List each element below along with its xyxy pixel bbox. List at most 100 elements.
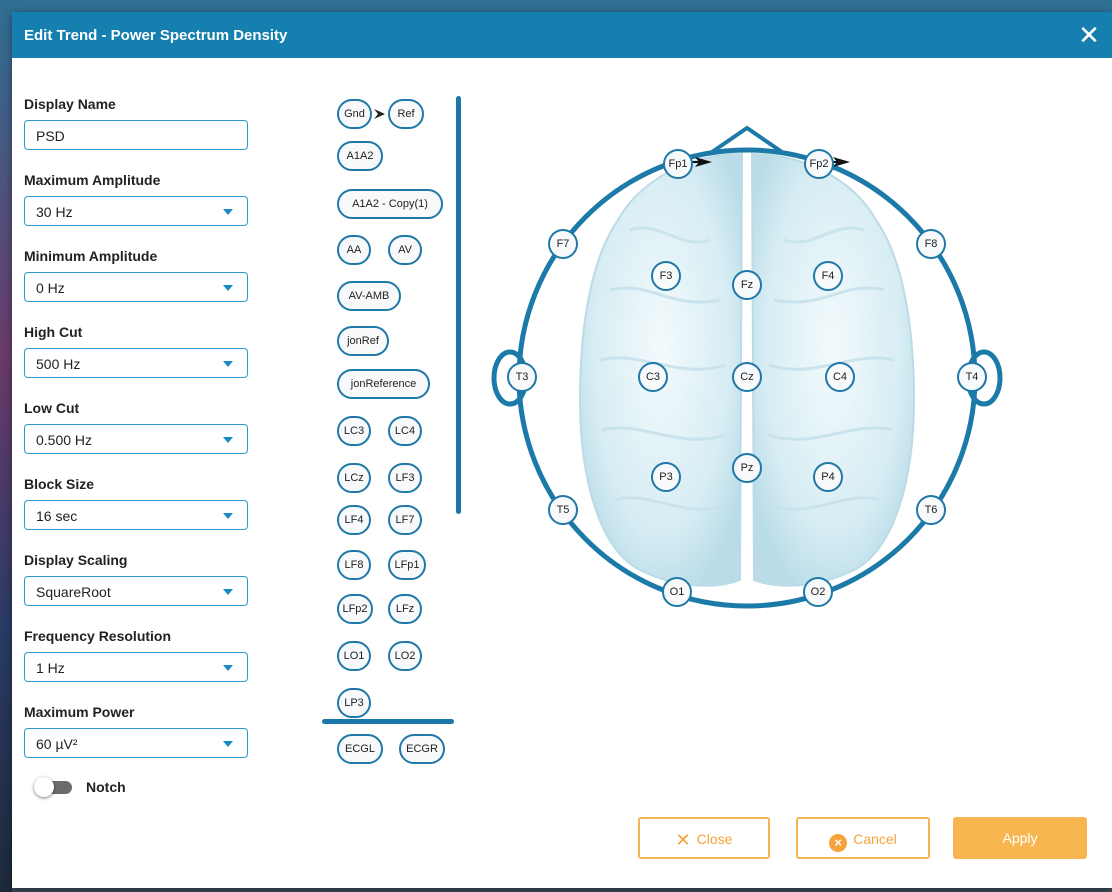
- electrode-f4[interactable]: F4: [813, 261, 843, 291]
- montage-chip-av-amb[interactable]: AV-AMB: [337, 281, 401, 311]
- montage-chip-lp3[interactable]: LP3: [337, 688, 371, 718]
- apply-button[interactable]: Apply: [953, 817, 1087, 859]
- max-amplitude-value: 30 Hz: [36, 204, 73, 220]
- chevron-down-icon: [223, 741, 233, 747]
- electrode-t4[interactable]: T4: [957, 362, 987, 392]
- electrode-t3[interactable]: T3: [507, 362, 537, 392]
- block-size-select[interactable]: 16 sec: [24, 500, 248, 530]
- montage-chip-ref[interactable]: Ref: [388, 99, 424, 129]
- min-amplitude-value: 0 Hz: [36, 280, 65, 296]
- electrode-fp1[interactable]: Fp1: [663, 149, 693, 179]
- frequency-resolution-value: 1 Hz: [36, 660, 65, 676]
- display-scaling-field: Display Scaling SquareRoot: [24, 552, 264, 606]
- low-cut-value: 0.500 Hz: [36, 432, 93, 448]
- electrode-o1[interactable]: O1: [662, 577, 692, 607]
- montage-chip-jonreference[interactable]: jonReference: [337, 369, 430, 399]
- electrode-p3[interactable]: P3: [651, 462, 681, 492]
- cancel-icon: ×: [829, 834, 848, 852]
- montage-chip-lf8[interactable]: LF8: [337, 550, 371, 580]
- chevron-down-icon: [223, 589, 233, 595]
- electrode-f8[interactable]: F8: [916, 229, 946, 259]
- block-size-label: Block Size: [24, 476, 95, 492]
- apply-button-label: Apply: [1002, 830, 1038, 846]
- montage-chip-a1a2-copy[interactable]: A1A2 - Copy(1): [337, 189, 443, 219]
- notch-label: Notch: [86, 779, 126, 795]
- montage-chip-jonref[interactable]: jonRef: [337, 326, 389, 356]
- max-amplitude-select[interactable]: 30 Hz: [24, 196, 248, 226]
- electrode-fp2[interactable]: Fp2: [804, 149, 834, 179]
- electrode-pz[interactable]: Pz: [732, 453, 762, 483]
- montage-chip-a1a2[interactable]: A1A2: [337, 141, 383, 171]
- min-amplitude-select[interactable]: 0 Hz: [24, 272, 248, 302]
- montage-chip-av[interactable]: AV: [388, 235, 422, 265]
- montage-chip-gnd[interactable]: Gnd: [337, 99, 372, 129]
- montage-chip-lfp1[interactable]: LFp1: [388, 550, 426, 580]
- montage-list-scrollbar[interactable]: [456, 96, 461, 514]
- electrode-p4[interactable]: P4: [813, 462, 843, 492]
- close-button-label: Close: [696, 831, 733, 847]
- high-cut-label: High Cut: [24, 324, 83, 340]
- electrode-f3[interactable]: F3: [651, 261, 681, 291]
- chevron-down-icon: [223, 513, 233, 519]
- ecg-chip-ecgl[interactable]: ECGL: [337, 734, 383, 764]
- min-amplitude-field: Minimum Amplitude 0 Hz: [24, 248, 264, 302]
- montage-chip-lf3[interactable]: LF3: [388, 463, 422, 493]
- montage-chip-lcz[interactable]: LCz: [337, 463, 371, 493]
- high-cut-value: 500 Hz: [36, 356, 81, 372]
- ecg-chip-ecgr[interactable]: ECGR: [399, 734, 445, 764]
- dialog-title: Edit Trend - Power Spectrum Density: [24, 27, 288, 44]
- electrode-t6[interactable]: T6: [916, 495, 946, 525]
- cancel-button-label: Cancel: [853, 831, 897, 847]
- electrode-t5[interactable]: T5: [548, 495, 578, 525]
- background-app: [0, 0, 12, 892]
- display-scaling-select[interactable]: SquareRoot: [24, 576, 248, 606]
- electrode-c3[interactable]: C3: [638, 362, 668, 392]
- electrode-f7[interactable]: F7: [548, 229, 578, 259]
- display-name-input[interactable]: PSD: [24, 120, 248, 150]
- chevron-down-icon: [223, 361, 233, 367]
- display-name-value: PSD: [36, 128, 65, 144]
- arrow-right-icon: [374, 109, 385, 119]
- close-icon[interactable]: ✕: [1074, 20, 1104, 50]
- electrode-c4[interactable]: C4: [825, 362, 855, 392]
- electrode-o2[interactable]: O2: [803, 577, 833, 607]
- frequency-resolution-label: Frequency Resolution: [24, 628, 172, 644]
- montage-chip-lf7[interactable]: LF7: [388, 505, 422, 535]
- montage-chip-lo1[interactable]: LO1: [337, 641, 371, 671]
- cancel-button[interactable]: × Cancel: [796, 817, 930, 859]
- montage-chip-aa[interactable]: AA: [337, 235, 371, 265]
- montage-chip-lfz[interactable]: LFz: [388, 594, 422, 624]
- max-power-field: Maximum Power 60 µV²: [24, 704, 264, 758]
- electrode-cz[interactable]: Cz: [732, 362, 762, 392]
- montage-chip-lfp2[interactable]: LFp2: [337, 594, 373, 624]
- head-montage-map: [491, 125, 1003, 609]
- max-power-select[interactable]: 60 µV²: [24, 728, 248, 758]
- montage-chip-lf4[interactable]: LF4: [337, 505, 371, 535]
- close-button[interactable]: ✕ Close: [638, 817, 770, 859]
- low-cut-select[interactable]: 0.500 Hz: [24, 424, 248, 454]
- list-resize-handle[interactable]: [322, 719, 454, 724]
- max-amplitude-field: Maximum Amplitude 30 Hz: [24, 172, 264, 226]
- chevron-down-icon: [223, 285, 233, 291]
- min-amplitude-label: Minimum Amplitude: [24, 248, 158, 264]
- toggle-knob: [34, 777, 54, 797]
- max-power-value: 60 µV²: [36, 736, 78, 752]
- chevron-down-icon: [223, 209, 233, 215]
- display-name-field: Display Name PSD: [24, 96, 264, 150]
- low-cut-field: Low Cut 0.500 Hz: [24, 400, 264, 454]
- montage-chip-lc3[interactable]: LC3: [337, 416, 371, 446]
- dialog-titlebar: Edit Trend - Power Spectrum Density ✕: [12, 12, 1112, 58]
- low-cut-label: Low Cut: [24, 400, 80, 416]
- close-icon: ✕: [675, 830, 691, 850]
- frequency-resolution-field: Frequency Resolution 1 Hz: [24, 628, 264, 682]
- frequency-resolution-select[interactable]: 1 Hz: [24, 652, 248, 682]
- montage-chip-lo2[interactable]: LO2: [388, 641, 422, 671]
- max-power-label: Maximum Power: [24, 704, 135, 720]
- block-size-value: 16 sec: [36, 508, 78, 524]
- electrode-fz[interactable]: Fz: [732, 270, 762, 300]
- chevron-down-icon: [223, 437, 233, 443]
- display-scaling-label: Display Scaling: [24, 552, 128, 568]
- high-cut-select[interactable]: 500 Hz: [24, 348, 248, 378]
- montage-chip-lc4[interactable]: LC4: [388, 416, 422, 446]
- chevron-down-icon: [223, 665, 233, 671]
